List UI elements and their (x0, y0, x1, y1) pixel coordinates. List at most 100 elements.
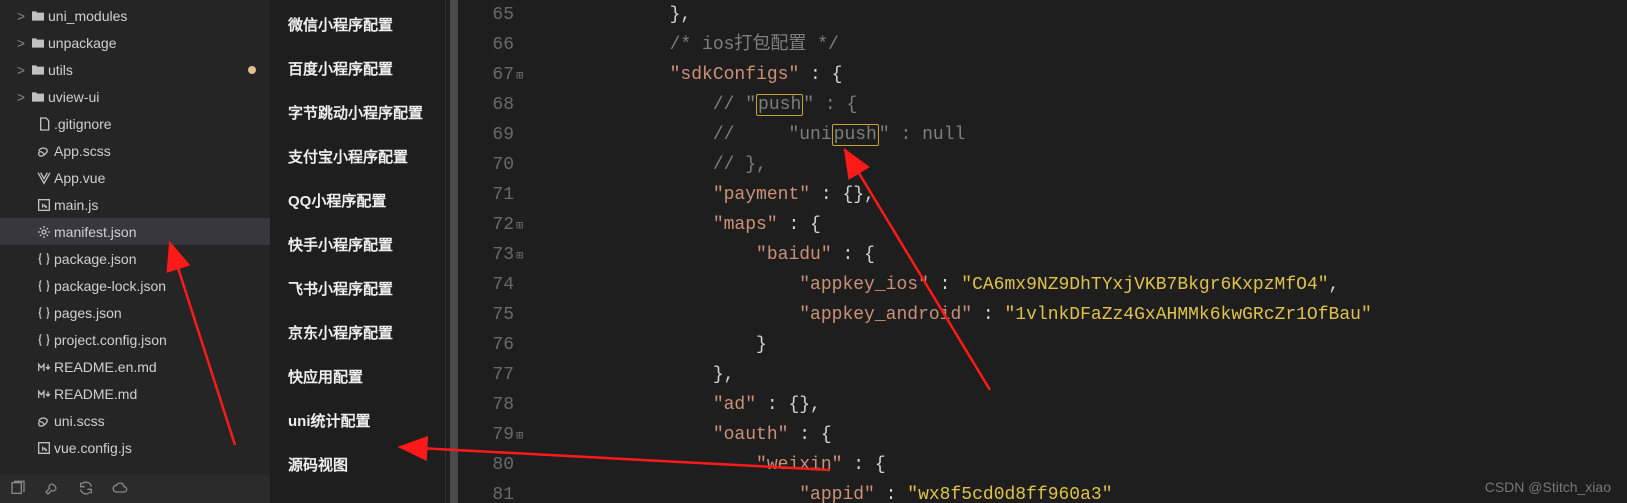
outline-item-9[interactable]: uni统计配置 (270, 400, 445, 444)
code-line[interactable]: "baidu" : { (540, 240, 1627, 270)
line-number: 68 (458, 90, 514, 120)
chevron-right-icon[interactable]: > (14, 89, 28, 105)
tree-item-label: .gitignore (54, 116, 112, 132)
fold-marker[interactable] (516, 300, 534, 330)
outline-item-2[interactable]: 字节跳动小程序配置 (270, 92, 445, 136)
code-line[interactable]: /* ios打包配置 */ (540, 30, 1627, 60)
fold-marker[interactable] (516, 390, 534, 420)
code-line[interactable]: // }, (540, 150, 1627, 180)
code-line[interactable]: } (540, 330, 1627, 360)
line-number: 77 (458, 360, 514, 390)
outline-item-5[interactable]: 快手小程序配置 (270, 224, 445, 268)
vue-icon (34, 170, 54, 186)
code-line[interactable]: }, (540, 0, 1627, 30)
line-number: 67 (458, 60, 514, 90)
json-b-icon (34, 305, 54, 321)
code-line[interactable]: "appid" : "wx8f5cd0d8ff960a3" (540, 480, 1627, 503)
file-.gitignore[interactable]: .gitignore (0, 110, 270, 137)
file-README.en.md[interactable]: README.en.md (0, 353, 270, 380)
file-App.scss[interactable]: App.scss (0, 137, 270, 164)
fold-marker[interactable] (516, 420, 534, 450)
fold-marker[interactable] (516, 30, 534, 60)
folder-uview-ui[interactable]: > uview-ui (0, 83, 270, 110)
outline-item-1[interactable]: 百度小程序配置 (270, 48, 445, 92)
tree-item-label: pages.json (54, 305, 122, 321)
file-project.config.json[interactable]: project.config.json (0, 326, 270, 353)
fold-marker[interactable] (516, 360, 534, 390)
chevron-right-icon[interactable]: > (14, 62, 28, 78)
tree-item-label: README.md (54, 386, 137, 402)
code-line[interactable]: }, (540, 360, 1627, 390)
code-line[interactable]: "sdkConfigs" : { (540, 60, 1627, 90)
outline-item-0[interactable]: 微信小程序配置 (270, 4, 445, 48)
sync-icon[interactable] (78, 480, 94, 499)
outline-item-4[interactable]: QQ小程序配置 (270, 180, 445, 224)
folder-uni_modules[interactable]: >uni_modules (0, 2, 270, 29)
code-line[interactable]: "ad" : {}, (540, 390, 1627, 420)
code-line[interactable]: // "unipush" : null (540, 120, 1627, 150)
line-number: 79 (458, 420, 514, 450)
fold-marker[interactable] (516, 330, 534, 360)
line-number: 71 (458, 180, 514, 210)
tree-item-label: uview-ui (48, 89, 99, 105)
json-b-icon (34, 251, 54, 267)
folder-unpackage[interactable]: >unpackage (0, 29, 270, 56)
files-icon[interactable] (10, 480, 26, 499)
outline-item-6[interactable]: 飞书小程序配置 (270, 268, 445, 312)
fold-marker[interactable] (516, 60, 534, 90)
code-line[interactable]: "payment" : {}, (540, 180, 1627, 210)
file-pages.json[interactable]: pages.json (0, 299, 270, 326)
tree-item-label: README.en.md (54, 359, 157, 375)
code-editor[interactable]: 6566676869707172737475767778798081 }, /*… (446, 0, 1627, 503)
outline-item-10[interactable]: 源码视图 (270, 444, 445, 488)
editor-scrollbar[interactable] (450, 0, 458, 503)
tree-item-label: vue.config.js (54, 440, 132, 456)
file-App.vue[interactable]: App.vue (0, 164, 270, 191)
outline-panel: 微信小程序配置百度小程序配置字节跳动小程序配置支付宝小程序配置QQ小程序配置快手… (270, 0, 446, 503)
code-line[interactable]: "weixin" : { (540, 450, 1627, 480)
fold-marker[interactable] (516, 480, 534, 503)
outline-item-8[interactable]: 快应用配置 (270, 356, 445, 400)
tree-item-label: App.vue (54, 170, 105, 186)
fold-marker[interactable] (516, 240, 534, 270)
fold-marker[interactable] (516, 180, 534, 210)
wrench-icon[interactable] (44, 480, 60, 499)
cloud-icon[interactable] (112, 480, 128, 499)
file-README.md[interactable]: README.md (0, 380, 270, 407)
folder-icon (28, 8, 48, 24)
watermark: CSDN @Stitch_xiao (1485, 479, 1611, 495)
code-line[interactable]: // "push" : { (540, 90, 1627, 120)
code-line[interactable]: "oauth" : { (540, 420, 1627, 450)
json-b-icon (34, 332, 54, 348)
line-number: 76 (458, 330, 514, 360)
outline-item-3[interactable]: 支付宝小程序配置 (270, 136, 445, 180)
chevron-right-icon[interactable]: > (14, 35, 28, 51)
folder-utils[interactable]: > utils (0, 56, 270, 83)
line-number: 74 (458, 270, 514, 300)
chevron-right-icon[interactable]: > (14, 8, 28, 24)
fold-marker[interactable] (516, 0, 534, 30)
fold-marker[interactable] (516, 210, 534, 240)
fold-marker[interactable] (516, 120, 534, 150)
outline-item-7[interactable]: 京东小程序配置 (270, 312, 445, 356)
code-line[interactable]: "appkey_ios" : "CA6mx9NZ9DhTYxjVKB7Bkgr6… (540, 270, 1627, 300)
file-package-lock.json[interactable]: package-lock.json (0, 272, 270, 299)
scss-icon (34, 143, 54, 159)
file-uni.scss[interactable]: uni.scss (0, 407, 270, 434)
file-package.json[interactable]: package.json (0, 245, 270, 272)
fold-marker[interactable] (516, 150, 534, 180)
fold-marker[interactable] (516, 450, 534, 480)
file-manifest.json[interactable]: manifest.json (0, 218, 270, 245)
file-vue.config.js[interactable]: vue.config.js (0, 434, 270, 461)
file-icon (34, 116, 54, 132)
fold-marker[interactable] (516, 90, 534, 120)
tree-item-label: utils (48, 62, 73, 78)
fold-marker[interactable] (516, 270, 534, 300)
code-content[interactable]: }, /* ios打包配置 */ "sdkConfigs" : { // "pu… (540, 0, 1627, 503)
line-number: 72 (458, 210, 514, 240)
folder-icon (28, 35, 48, 51)
file-main.js[interactable]: main.js (0, 191, 270, 218)
code-line[interactable]: "appkey_android" : "1vlnkDFaZz4GxAHMMk6k… (540, 300, 1627, 330)
line-number: 66 (458, 30, 514, 60)
code-line[interactable]: "maps" : { (540, 210, 1627, 240)
